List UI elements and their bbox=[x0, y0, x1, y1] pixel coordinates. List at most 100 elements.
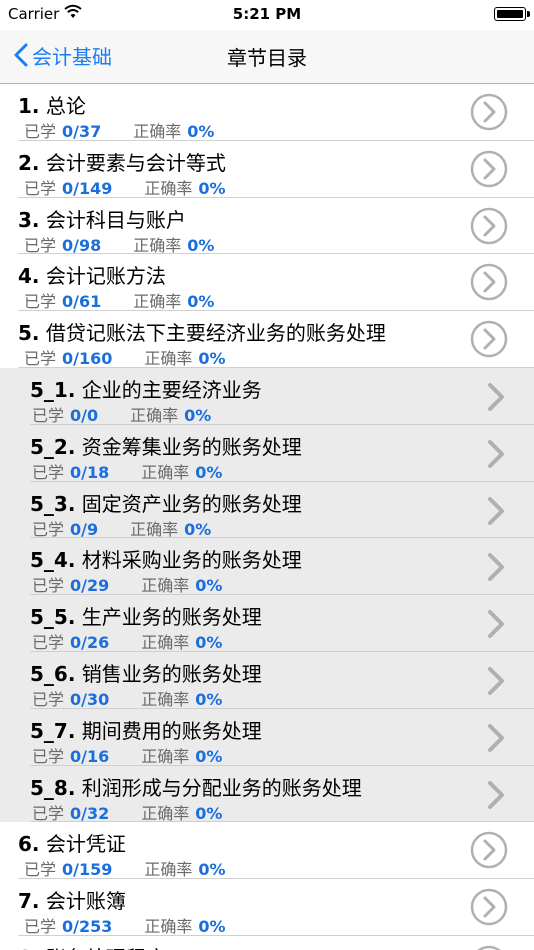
accuracy-label: 正确率 bbox=[133, 235, 182, 255]
chapter-row[interactable]: 8. 账务处理程序 bbox=[0, 935, 534, 950]
section-row[interactable]: 5_3. 固定资产业务的账务处理 已学 0/9 正确率 0% bbox=[0, 481, 534, 539]
chapter-name: 会计记账方法 bbox=[45, 264, 166, 289]
chapter-title: 6. 会计凭证 bbox=[18, 828, 126, 857]
chapter-title: 2. 会计要素与会计等式 bbox=[18, 147, 226, 176]
chapter-name: 资金筹集业务的账务处理 bbox=[81, 434, 302, 459]
chapter-title: 5_2. 资金筹集业务的账务处理 bbox=[30, 431, 302, 460]
learned-label: 已学 bbox=[24, 122, 57, 141]
chapter-title: 1. 总论 bbox=[18, 90, 86, 119]
chapter-title: 5_8. 利润形成与分配业务的账务处理 bbox=[30, 772, 362, 801]
accuracy-value: 0% bbox=[198, 349, 226, 369]
learned-label: 已学 bbox=[32, 803, 65, 823]
circle-chevron-right-icon[interactable] bbox=[470, 320, 508, 358]
chapter-title: 5_4. 材料采购业务的账务处理 bbox=[30, 544, 302, 573]
chapter-title: 5_6. 销售业务的账务处理 bbox=[30, 658, 262, 687]
battery-icon bbox=[494, 7, 530, 21]
chevron-right-icon[interactable] bbox=[484, 380, 508, 414]
chapter-name: 利润形成与分配业务的账务处理 bbox=[81, 775, 362, 800]
accuracy-label: 正确率 bbox=[141, 746, 190, 766]
circle-chevron-right-icon[interactable] bbox=[470, 831, 508, 869]
accuracy-label: 正确率 bbox=[144, 860, 193, 880]
accuracy-value: 0% bbox=[195, 803, 223, 823]
section-row[interactable]: 5_2. 资金筹集业务的账务处理 已学 0/18 正确率 0% bbox=[0, 424, 534, 482]
chapter-name: 会计科目与账户 bbox=[45, 207, 186, 232]
accuracy-value: 0% bbox=[198, 860, 226, 880]
status-bar: Carrier 5:21 PM bbox=[0, 0, 534, 30]
chapter-stats: 已学 0/160 正确率 0% bbox=[24, 345, 226, 369]
circle-chevron-right-icon[interactable] bbox=[470, 150, 508, 188]
chapter-stats: 已学 0/30 正确率 0% bbox=[32, 686, 222, 710]
chapter-name: 会计要素与会计等式 bbox=[45, 150, 226, 175]
circle-chevron-right-icon[interactable] bbox=[470, 93, 508, 131]
chevron-right-icon[interactable] bbox=[484, 778, 508, 812]
navigation-bar: 会计基础 章节目录 bbox=[0, 30, 534, 84]
chevron-right-icon[interactable] bbox=[484, 437, 508, 471]
chapter-number: 3. bbox=[18, 207, 40, 232]
learned-label: 已学 bbox=[24, 917, 57, 937]
learned-value: 0/98 bbox=[62, 235, 102, 255]
accuracy-value: 0% bbox=[198, 917, 226, 937]
circle-chevron-right-icon[interactable] bbox=[470, 945, 508, 950]
chapter-name: 企业的主要经济业务 bbox=[81, 377, 262, 402]
section-row[interactable]: 5_6. 销售业务的账务处理 已学 0/30 正确率 0% bbox=[0, 651, 534, 710]
chapter-number: 5_5. bbox=[30, 605, 76, 630]
chapter-name: 总论 bbox=[45, 94, 86, 118]
chapter-row[interactable]: 5. 借贷记账法下主要经济业务的账务处理 已学 0/160 正确率 0% bbox=[0, 311, 534, 368]
section-row[interactable]: 5_7. 期间费用的账务处理 已学 0/16 正确率 0% bbox=[0, 708, 534, 767]
learned-label: 已学 bbox=[24, 178, 57, 198]
chapter-row[interactable]: 6. 会计凭证已学 0/159 正确率 0% bbox=[0, 822, 534, 879]
chapter-stats: 已学 0/98 正确率 0% bbox=[24, 232, 214, 256]
learned-label: 已学 bbox=[32, 689, 65, 709]
learned-value: 0/159 bbox=[62, 860, 113, 880]
accuracy-value: 0% bbox=[195, 689, 223, 709]
learned-label: 已学 bbox=[32, 576, 65, 596]
learned-value: 0/16 bbox=[70, 746, 110, 766]
chapter-number: 5_4. bbox=[30, 548, 76, 573]
chapter-row[interactable]: 7. 会计账簿 已学 0/253 正确率 0% bbox=[0, 879, 534, 936]
circle-chevron-right-icon[interactable] bbox=[470, 263, 508, 301]
chapter-name: 材料采购业务的账务处理 bbox=[81, 548, 302, 573]
learned-label: 已学 bbox=[24, 860, 57, 880]
chevron-right-icon[interactable] bbox=[484, 607, 508, 641]
learned-value: 0/149 bbox=[62, 178, 113, 198]
section-row[interactable]: 5_4. 材料采购业务的账务处理 已学 0/29 正确率 0% bbox=[0, 538, 534, 595]
chapter-row[interactable]: 3. 会计科目与账户 已学 0/98 正确率 0% bbox=[0, 197, 534, 256]
accuracy-label: 正确率 bbox=[141, 462, 190, 482]
learned-value: 0/37 bbox=[62, 122, 102, 141]
learned-label: 已学 bbox=[24, 292, 57, 312]
chapter-number: 1. bbox=[18, 94, 40, 118]
chapter-stats: 已学 0/159 正确率 0% bbox=[24, 856, 226, 880]
chapter-stats: 已学 0/16 正确率 0% bbox=[32, 743, 222, 767]
accuracy-label: 正确率 bbox=[141, 633, 190, 653]
learned-label: 已学 bbox=[32, 405, 65, 425]
accuracy-value: 0% bbox=[187, 292, 215, 312]
chapter-row[interactable]: 4. 会计记账方法 已学 0/61 正确率 0% bbox=[0, 254, 534, 311]
accuracy-value: 0% bbox=[195, 576, 223, 596]
chevron-right-icon[interactable] bbox=[484, 721, 508, 755]
accuracy-value: 0% bbox=[195, 633, 223, 653]
chapter-name: 会计凭证 bbox=[45, 832, 126, 857]
learned-value: 0/30 bbox=[70, 689, 110, 709]
chapter-title: 7. 会计账簿 bbox=[18, 885, 126, 914]
accuracy-value: 0% bbox=[187, 235, 215, 255]
chapter-title: 3. 会计科目与账户 bbox=[18, 204, 186, 233]
chevron-right-icon[interactable] bbox=[484, 494, 508, 528]
section-row[interactable]: 5_8. 利润形成与分配业务的账务处理 已学 0/32 正确率 0% bbox=[0, 765, 534, 823]
chapter-title: 5. 借贷记账法下主要经济业务的账务处理 bbox=[18, 317, 386, 346]
circle-chevron-right-icon[interactable] bbox=[470, 207, 508, 245]
accuracy-label: 正确率 bbox=[133, 292, 182, 312]
accuracy-label: 正确率 bbox=[144, 917, 193, 937]
chapter-row[interactable]: 1. 总论 已学 0/37 正确率 0% bbox=[0, 84, 534, 141]
chapter-number: 5_8. bbox=[30, 775, 76, 800]
section-row[interactable]: 5_1. 企业的主要经济业务 已学 0/0 正确率 0% bbox=[0, 367, 534, 425]
chapter-number: 5_2. bbox=[30, 434, 76, 459]
circle-chevron-right-icon[interactable] bbox=[470, 888, 508, 926]
chapter-stats: 已学 0/37 正确率 0% bbox=[24, 118, 214, 142]
chevron-right-icon[interactable] bbox=[484, 664, 508, 698]
chevron-right-icon[interactable] bbox=[484, 550, 508, 584]
chapter-row[interactable]: 2. 会计要素与会计等式 已学 0/149 正确率 0% bbox=[0, 140, 534, 198]
section-row[interactable]: 5_5. 生产业务的账务处理 已学 0/26 正确率 0% bbox=[0, 595, 534, 652]
chapter-number: 2. bbox=[18, 150, 40, 175]
accuracy-label: 正确率 bbox=[141, 689, 190, 709]
learned-label: 已学 bbox=[32, 462, 65, 482]
